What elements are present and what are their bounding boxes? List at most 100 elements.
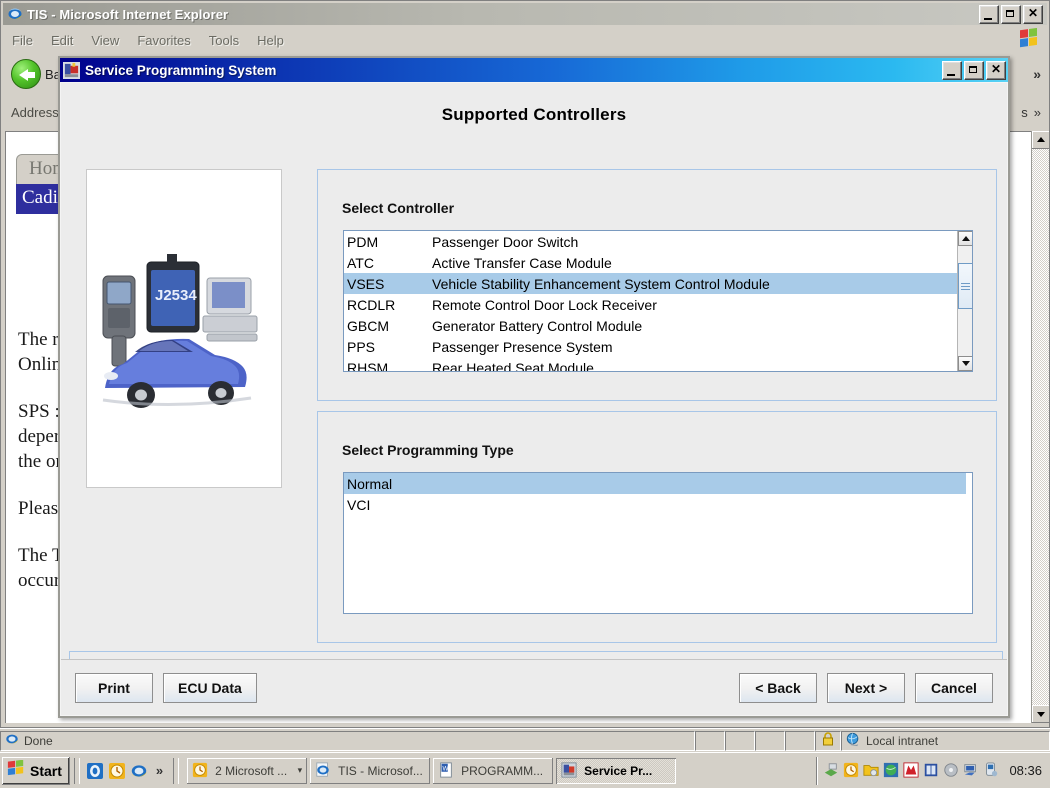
network-icon[interactable] (823, 762, 840, 779)
task-button-label: PROGRAMM... (461, 764, 543, 778)
illustration-panel: J2534 (86, 169, 282, 488)
list-item[interactable]: ATC Active Transfer Case Module (344, 252, 957, 273)
programming-type-label: VCI (347, 497, 370, 513)
svg-text:W: W (443, 765, 449, 772)
list-item-selected[interactable]: Normal (344, 473, 966, 494)
scrollbar-thumb[interactable] (958, 263, 973, 309)
ecu-data-button[interactable]: ECU Data (163, 673, 257, 703)
sps-maximize-button[interactable] (964, 61, 984, 80)
page-line-2: Onlin (18, 354, 61, 375)
book-icon[interactable] (923, 762, 940, 779)
scroll-up-arrow-icon[interactable] (1032, 131, 1050, 149)
clock-icon[interactable] (108, 762, 126, 780)
next-button[interactable]: Next > (827, 673, 905, 703)
controller-name: Remote Control Door Lock Receiver (432, 297, 957, 313)
controller-code: RHSM (347, 360, 432, 373)
globe-icon (846, 732, 861, 750)
menu-edit[interactable]: Edit (42, 31, 82, 50)
phone-icon[interactable] (983, 762, 1000, 779)
controller-code: ATC (347, 255, 432, 271)
controller-code: PPS (347, 339, 432, 355)
mcafee-icon[interactable] (903, 762, 920, 779)
scrollbar-grip-icon (961, 283, 970, 290)
back-arrow-icon (11, 59, 41, 89)
controller-name: Vehicle Stability Enhancement System Con… (432, 276, 957, 292)
page-line-6: Pleas (18, 498, 58, 519)
task-button-microsoft-group[interactable]: 2 Microsoft ... ▾ (187, 758, 307, 784)
list-item[interactable]: PPS Passenger Presence System (344, 336, 957, 357)
chevron-down-icon[interactable]: ▾ (298, 765, 303, 776)
task-button-list: 2 Microsoft ... ▾ TIS - Microsof... (187, 758, 676, 784)
controller-code: GBCM (347, 318, 432, 334)
sps-dialog-title: Service Programming System (85, 63, 276, 78)
quick-launch-bar: » (84, 762, 169, 780)
menu-file[interactable]: File (3, 31, 42, 50)
sps-close-button[interactable]: ✕ (986, 61, 1006, 80)
outlook-express-icon[interactable] (86, 762, 104, 780)
task-button-service-programming-system[interactable]: Service Pr... (556, 758, 676, 784)
menu-tools[interactable]: Tools (200, 31, 248, 50)
monitor-icon[interactable] (963, 762, 980, 779)
taskbar-separator-2 (173, 758, 179, 784)
controller-list-scrollbar[interactable] (957, 231, 972, 371)
programming-type-label: Normal (347, 476, 392, 492)
globe-icon[interactable] (883, 762, 900, 779)
internet-explorer-icon[interactable] (130, 762, 148, 780)
menu-help[interactable]: Help (248, 31, 293, 50)
address-overflow-chevron-icon[interactable]: » (1034, 105, 1041, 120)
disc-icon[interactable] (943, 762, 960, 779)
programming-type-listbox[interactable]: Normal VCI (343, 472, 973, 614)
back-button[interactable]: < Back (739, 673, 817, 703)
lock-icon (822, 732, 834, 749)
back-button[interactable]: Ba (7, 57, 65, 91)
toolbar-overflow-chevron-icon[interactable]: » (1033, 66, 1041, 82)
list-item[interactable]: RCDLR Remote Control Door Lock Receiver (344, 294, 957, 315)
list-item[interactable]: RHSM Rear Heated Seat Module (344, 357, 957, 372)
taskbar-separator-1 (74, 758, 80, 784)
quicklaunch-overflow-chevron-icon[interactable]: » (152, 763, 167, 778)
controller-list-rows: PDM Passenger Door Switch ATC Active Tra… (344, 231, 957, 372)
print-button[interactable]: Print (75, 673, 153, 703)
sps-minimize-button[interactable] (942, 61, 962, 80)
dialog-button-bar: Print ECU Data < Back Next > Cancel (61, 659, 1007, 715)
cancel-button[interactable]: Cancel (915, 673, 993, 703)
list-item[interactable]: PDM Passenger Door Switch (344, 231, 957, 252)
controller-listbox[interactable]: PDM Passenger Door Switch ATC Active Tra… (343, 230, 973, 372)
clock-time-label[interactable]: 08:36 (1009, 763, 1042, 778)
sps-caption-buttons: ✕ (942, 61, 1006, 80)
task-button-tis[interactable]: TIS - Microsof... (310, 758, 430, 784)
address-label: Address (11, 105, 59, 120)
security-zone-pane: Local intranet (841, 731, 1050, 751)
controller-code: PDM (347, 234, 432, 250)
screen-root: TIS - Microsoft Internet Explorer ✕ File… (0, 0, 1050, 788)
menu-view[interactable]: View (82, 31, 128, 50)
list-item[interactable]: GBCM Generator Battery Control Module (344, 315, 957, 336)
list-item[interactable]: VCI (344, 494, 966, 515)
address-go-area[interactable]: s » (1021, 105, 1041, 120)
ie-vertical-scrollbar[interactable] (1031, 131, 1049, 723)
illustration-j2534-label: J2534 (155, 287, 197, 304)
status-message-pane: Done (0, 731, 695, 751)
windows-logo-icon (1015, 28, 1041, 52)
ie-caption-buttons: ✕ (979, 5, 1045, 24)
list-item-selected[interactable]: VSES Vehicle Stability Enhancement Syste… (344, 273, 957, 294)
go-label: s (1021, 105, 1028, 120)
menu-favorites[interactable]: Favorites (128, 31, 199, 50)
task-button-programm-document[interactable]: W PROGRAMM... (433, 758, 553, 784)
folder-icon[interactable] (863, 762, 880, 779)
ie-restore-button[interactable] (1001, 5, 1021, 24)
ie-minimize-button[interactable] (979, 5, 999, 24)
clock-icon[interactable] (843, 762, 860, 779)
controller-name: Active Transfer Case Module (432, 255, 957, 271)
ie-titlebar: TIS - Microsoft Internet Explorer ✕ (3, 3, 1047, 25)
scroll-down-arrow-icon[interactable] (1032, 705, 1050, 723)
navigation-buttons: < Back Next > Cancel (729, 673, 993, 703)
ie-close-button[interactable]: ✕ (1023, 5, 1043, 24)
scroll-down-arrow-icon[interactable] (958, 356, 973, 371)
sps-j2534-vehicle-illustration: J2534 (95, 248, 275, 423)
scroll-up-arrow-icon[interactable] (958, 231, 973, 246)
page-line-5: the or (18, 451, 62, 472)
page-line-3: SPS : (18, 401, 60, 422)
start-button[interactable]: Start (2, 757, 70, 785)
page-line-7: The T (18, 545, 64, 566)
